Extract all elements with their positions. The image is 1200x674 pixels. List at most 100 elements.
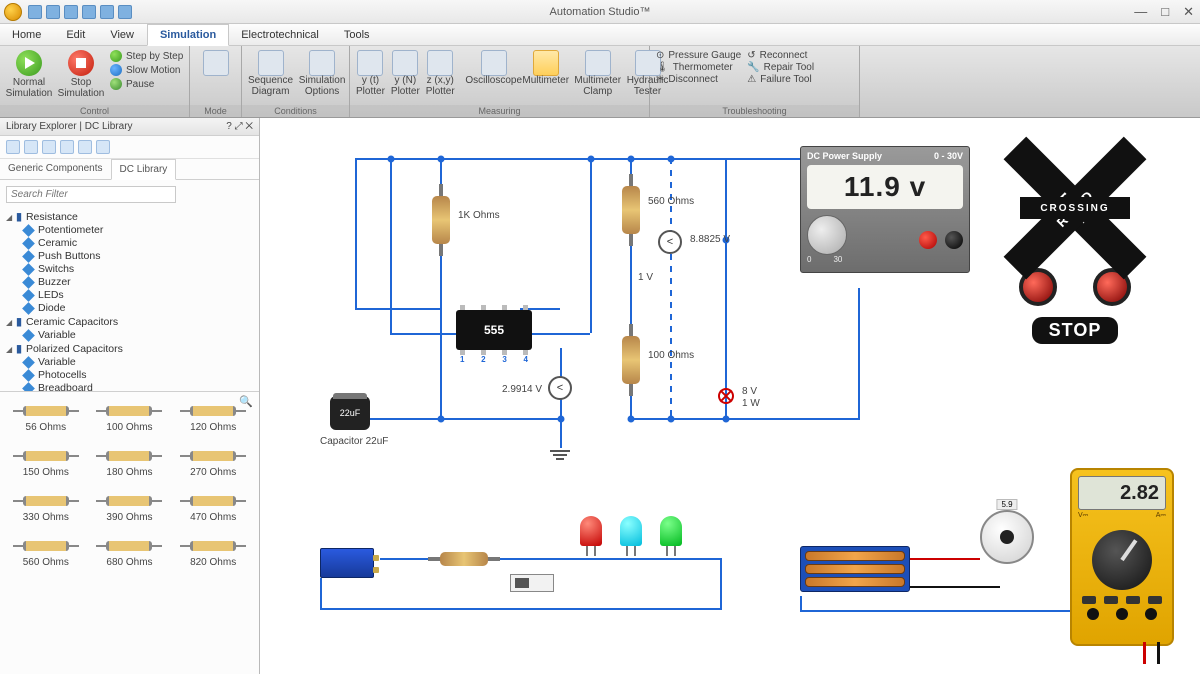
palette-item[interactable]: 390 Ohms — [93, 496, 165, 523]
library-tab[interactable]: Generic Components — [0, 159, 111, 179]
voltmeter-2[interactable]: < — [548, 376, 572, 400]
minimize-button[interactable]: — — [1134, 4, 1147, 20]
palette-item[interactable]: 820 Ohms — [177, 541, 249, 568]
resistor-560[interactable] — [622, 186, 640, 234]
tree-cat[interactable]: ▮ Resistance — [6, 211, 255, 223]
mode-icon — [203, 50, 229, 76]
psu-knob[interactable] — [807, 215, 847, 255]
normal-simulation-button[interactable]: Normal Simulation — [6, 48, 52, 99]
indicator-lamp[interactable] — [718, 388, 734, 404]
meter-reading: 8.8825 V — [690, 234, 730, 245]
label: Sequence Diagram — [248, 76, 293, 97]
menu-tab-simulation[interactable]: Simulation — [147, 24, 229, 46]
tree-cat[interactable]: ▮ Ceramic Capacitors — [6, 316, 255, 328]
oscilloscope-button[interactable]: Oscilloscope — [471, 48, 517, 87]
resistor-label: 1K Ohms — [458, 210, 500, 221]
palette-item[interactable]: 120 Ohms — [177, 406, 249, 433]
menu-tab-tools[interactable]: Tools — [332, 24, 383, 45]
stop-simulation-button[interactable]: Stop Simulation — [58, 48, 104, 99]
group-title: Control — [0, 105, 189, 117]
component-tree[interactable]: ▮ ResistancePotentiometerCeramicPush But… — [0, 207, 259, 392]
library-toolbar[interactable] — [0, 136, 259, 159]
resistor-1k[interactable] — [432, 196, 450, 244]
tree-item[interactable]: Switchs — [24, 263, 255, 275]
menu-tab-edit[interactable]: Edit — [54, 24, 98, 45]
resistor-led[interactable] — [440, 552, 488, 566]
multimeter-button[interactable]: Multimeter — [523, 48, 569, 87]
mode-button[interactable] — [196, 48, 235, 76]
tree-item[interactable]: Variable — [24, 356, 255, 368]
pane-controls[interactable]: ? ⤢ ✕ — [226, 121, 253, 132]
dip-switch[interactable] — [510, 574, 554, 592]
led-green[interactable] — [660, 516, 682, 546]
magnify-icon[interactable]: 🔍 — [239, 395, 253, 408]
qat-icon[interactable] — [118, 5, 132, 19]
thermometer-button[interactable]: 🌡Thermometer — [656, 62, 741, 73]
slow-motion-button[interactable]: Slow Motion — [110, 64, 183, 76]
search-input[interactable] — [6, 186, 176, 203]
failure-tool-button[interactable]: ⚠Failure Tool — [747, 74, 814, 85]
digital-multimeter[interactable]: 2.82 V⎓A⎓ — [1070, 468, 1174, 646]
repair-tool-button[interactable]: 🔧Repair Tool — [747, 62, 814, 73]
zxy-plotter-button[interactable]: z (x,y) Plotter — [426, 48, 455, 97]
capacitor-22uf[interactable]: 22uF — [330, 396, 370, 430]
qat-icon[interactable] — [82, 5, 96, 19]
close-button[interactable]: ✕ — [1183, 4, 1194, 20]
qat-icon[interactable] — [64, 5, 78, 19]
tree-item[interactable]: Variable — [24, 329, 255, 341]
pressure-gauge-button[interactable]: ⊙Pressure Gauge — [656, 50, 741, 61]
tree-cat[interactable]: ▮ Polarized Capacitors — [6, 343, 255, 355]
diagram-icon — [258, 50, 284, 76]
qat-icon[interactable] — [46, 5, 60, 19]
plotter-icon — [427, 50, 453, 76]
tree-item[interactable]: Potentiometer — [24, 224, 255, 236]
disconnect-button[interactable]: ✂Disconnect — [656, 74, 741, 85]
library-tab[interactable]: DC Library — [111, 159, 177, 180]
sequence-diagram-button[interactable]: Sequence Diagram — [248, 48, 293, 97]
simulation-options-button[interactable]: Simulation Options — [299, 48, 345, 97]
palette-item[interactable]: 150 Ohms — [10, 451, 82, 478]
tree-item[interactable]: Ceramic — [24, 237, 255, 249]
palette-item[interactable]: 470 Ohms — [177, 496, 249, 523]
tree-item[interactable]: Breadboard — [24, 382, 255, 392]
yt-plotter-button[interactable]: y (t) Plotter — [356, 48, 385, 97]
palette-item[interactable]: 560 Ohms — [10, 541, 82, 568]
dmm-dial[interactable] — [1092, 530, 1152, 590]
resistor-100[interactable] — [622, 336, 640, 384]
palette-item[interactable]: 330 Ohms — [10, 496, 82, 523]
qat-icon[interactable] — [100, 5, 114, 19]
battery-pack[interactable] — [800, 546, 910, 592]
reconnect-button[interactable]: ↺Reconnect — [747, 50, 814, 61]
tree-item[interactable]: Photocells — [24, 369, 255, 381]
qat-icon[interactable] — [28, 5, 42, 19]
step-by-step-button[interactable]: Step by Step — [110, 50, 183, 62]
multimeter-clamp-button[interactable]: Multimeter Clamp — [575, 48, 621, 97]
tree-item[interactable]: Diode — [24, 302, 255, 314]
tree-item[interactable]: Push Buttons — [24, 250, 255, 262]
menu-tab-home[interactable]: Home — [0, 24, 54, 45]
timer-555-chip[interactable]: 555 1234 — [456, 310, 532, 350]
voltmeter-1[interactable]: < — [658, 230, 682, 254]
battery-9v[interactable] — [320, 548, 374, 578]
schematic-canvas[interactable]: 1K Ohms 560 Ohms 100 Ohms 555 1234 22uF … — [260, 118, 1200, 674]
palette-item[interactable]: 270 Ohms — [177, 451, 249, 478]
palette-item[interactable]: 56 Ohms — [10, 406, 82, 433]
potentiometer[interactable]: 5.9 — [980, 510, 1034, 564]
menu-tab-view[interactable]: View — [98, 24, 147, 45]
palette-item[interactable]: 100 Ohms — [93, 406, 165, 433]
component-palette[interactable]: 🔍 56 Ohms 100 Ohms 120 Ohms 150 Ohms 180 Ohm… — [0, 392, 259, 674]
tree-item[interactable]: Buzzer — [24, 276, 255, 288]
psu-jack-neg[interactable] — [945, 231, 963, 249]
pause-button[interactable]: Pause — [110, 78, 183, 90]
maximize-button[interactable]: □ — [1161, 4, 1169, 20]
palette-item[interactable]: 680 Ohms — [93, 541, 165, 568]
psu-jack-pos[interactable] — [919, 231, 937, 249]
menu-tab-electrotechnical[interactable]: Electrotechnical — [229, 24, 332, 45]
led-red[interactable] — [580, 516, 602, 546]
yn-plotter-button[interactable]: y (N) Plotter — [391, 48, 420, 97]
dc-power-supply[interactable]: DC Power Supply0 - 30V 11.9 v 030 — [800, 146, 970, 273]
palette-item[interactable]: 180 Ohms — [93, 451, 165, 478]
quick-access-toolbar[interactable] — [28, 5, 132, 19]
tree-item[interactable]: LEDs — [24, 289, 255, 301]
led-cyan[interactable] — [620, 516, 642, 546]
